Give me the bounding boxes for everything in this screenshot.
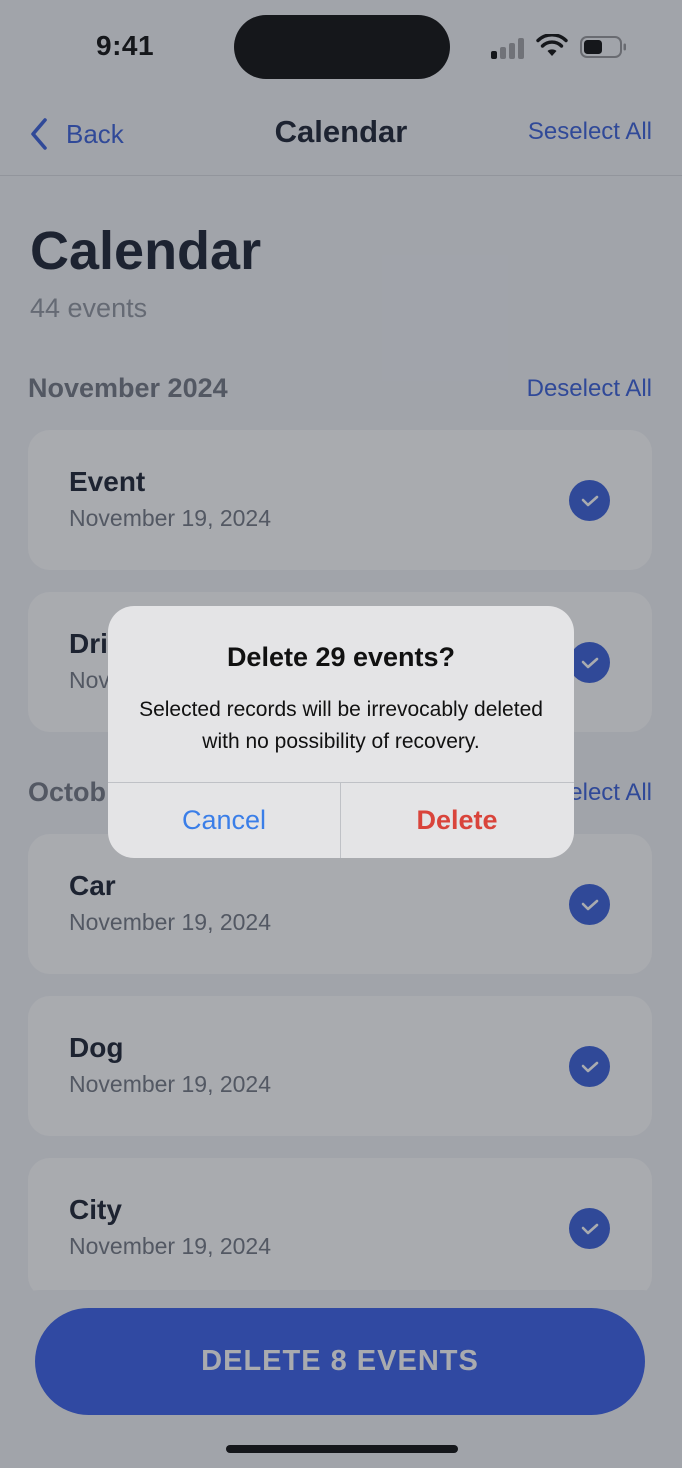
alert-message: Selected records will be irrevocably del… (139, 698, 543, 753)
alert-delete-button[interactable]: Delete (341, 783, 573, 858)
delete-confirmation-alert: Delete 29 events? Selected records will … (108, 606, 574, 858)
alert-title: Delete 29 events? (226, 642, 456, 672)
calendar-screen: 9:41 Back Calendar Seselect All Calendar… (0, 0, 682, 1468)
alert-cancel-button[interactable]: Cancel (108, 783, 340, 858)
